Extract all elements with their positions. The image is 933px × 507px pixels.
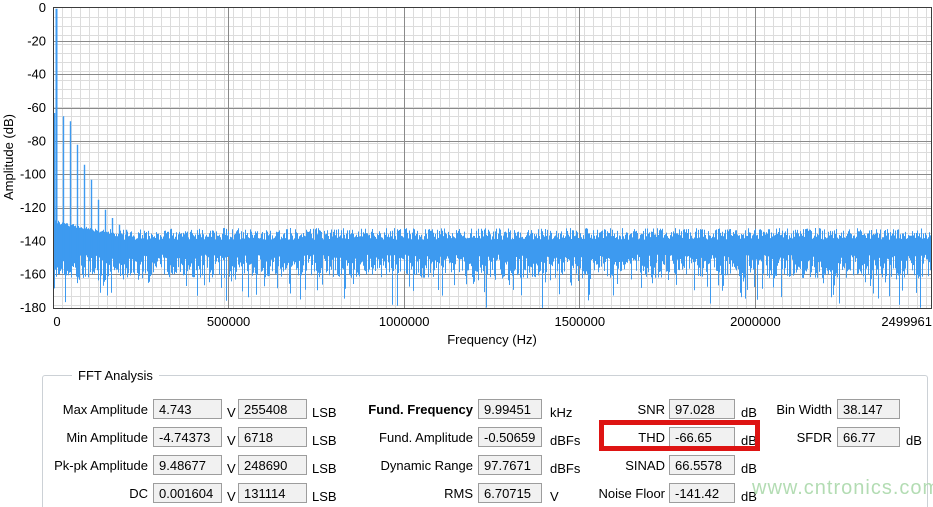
svg-text:-20: -20: [27, 33, 46, 48]
volts-unit-label: V: [227, 461, 237, 476]
max-amplitude-volts-field[interactable]: 4.743: [153, 399, 222, 419]
svg-text:2000000: 2000000: [730, 314, 781, 329]
noise-floor-field[interactable]: -141.42: [669, 483, 735, 503]
volts-unit-label: V: [227, 405, 237, 420]
field-label: SNR: [560, 402, 665, 417]
sfdr-row: SFDR 66.77 dB: [760, 423, 922, 451]
volts-unit-label: V: [227, 489, 237, 504]
svg-text:2499961: 2499961: [881, 314, 932, 329]
min-amplitude-lsb-field[interactable]: 6718: [238, 427, 307, 447]
pkpk-amplitude-lsb-field[interactable]: 248690: [238, 455, 307, 475]
field-label: Pk-pk Amplitude: [42, 458, 148, 473]
snr-row: SNR 97.028 dB: [560, 395, 757, 423]
spectrum-plot: 0 -20 -40 -60 -80 -100 -120 -140 -160 -180 0 500000…: [0, 0, 933, 360]
svg-text:Amplitude (dB): Amplitude (dB): [1, 114, 16, 200]
sfdr-field[interactable]: 66.77: [837, 427, 900, 447]
dc-lsb-field[interactable]: 131114: [238, 483, 307, 503]
field-label: Max Amplitude: [42, 402, 148, 417]
max-amplitude-row: Max Amplitude 4.743 V 255408 LSB: [42, 395, 337, 423]
fund-frequency-field[interactable]: 9.99451: [478, 399, 542, 419]
watermark-text: www.cntronics.com: [752, 477, 933, 500]
volts-unit-label: V: [550, 489, 559, 504]
snr-field[interactable]: 97.028: [669, 399, 735, 419]
db-unit-label: dB: [741, 405, 757, 420]
binwidth-column: Bin Width 38.147 SFDR 66.77 dB: [760, 395, 922, 451]
svg-text:-180: -180: [20, 300, 46, 315]
fund-amplitude-field[interactable]: -0.50659: [478, 427, 542, 447]
svg-text:1500000: 1500000: [554, 314, 605, 329]
svg-text:0: 0: [39, 0, 46, 15]
db-unit-label: dB: [906, 433, 922, 448]
rms-row: RMS 6.70715 V: [330, 479, 580, 507]
sinad-field[interactable]: 66.5578: [669, 455, 735, 475]
db-unit-label: dB: [741, 433, 757, 448]
dynamic-range-row: Dynamic Range 97.7671 dBFs: [330, 451, 580, 479]
svg-text:-60: -60: [27, 100, 46, 115]
snr-column: SNR 97.028 dB THD -66.65 dB SINAD 66.557…: [560, 395, 757, 507]
fft-analyzer-window: 0 -20 -40 -60 -80 -100 -120 -140 -160 -180 0 500000…: [0, 0, 933, 507]
dc-row: DC 0.001604 V 131114 LSB: [42, 479, 337, 507]
svg-text:-160: -160: [20, 267, 46, 282]
groupbox-title: FFT Analysis: [72, 368, 159, 383]
field-label: Fund. Frequency: [330, 402, 473, 417]
svg-text:-140: -140: [20, 233, 46, 248]
svg-text:-120: -120: [20, 200, 46, 215]
pkpk-amplitude-volts-field[interactable]: 9.48677: [153, 455, 222, 475]
field-label: Dynamic Range: [330, 458, 473, 473]
field-label: Fund. Amplitude: [330, 430, 473, 445]
thd-row: THD -66.65 dB: [560, 423, 757, 451]
field-label: Bin Width: [760, 402, 832, 417]
svg-text:0: 0: [53, 314, 60, 329]
fund-frequency-row: Fund. Frequency 9.99451 kHz: [330, 395, 580, 423]
dc-volts-field[interactable]: 0.001604: [153, 483, 222, 503]
noise-floor-row: Noise Floor -141.42 dB: [560, 479, 757, 507]
db-unit-label: dB: [741, 461, 757, 476]
dynamic-range-field[interactable]: 97.7671: [478, 455, 542, 475]
field-label: Noise Floor: [560, 486, 665, 501]
field-label: RMS: [330, 486, 473, 501]
bin-width-field[interactable]: 38.147: [837, 399, 900, 419]
svg-text:500000: 500000: [207, 314, 250, 329]
thd-field[interactable]: -66.65: [669, 427, 735, 447]
amplitude-column: Max Amplitude 4.743 V 255408 LSB Min Amp…: [42, 395, 337, 507]
rms-field[interactable]: 6.70715: [478, 483, 542, 503]
svg-text:-40: -40: [27, 67, 46, 82]
max-amplitude-lsb-field[interactable]: 255408: [238, 399, 307, 419]
sinad-row: SINAD 66.5578 dB: [560, 451, 757, 479]
svg-text:Frequency (Hz): Frequency (Hz): [447, 332, 537, 347]
min-amplitude-row: Min Amplitude -4.74373 V 6718 LSB: [42, 423, 337, 451]
axis-labels: 0 -20 -40 -60 -80 -100 -120 -140 -160 -180 0 500000…: [1, 0, 932, 347]
volts-unit-label: V: [227, 433, 237, 448]
field-label: SFDR: [760, 430, 832, 445]
svg-text:1000000: 1000000: [379, 314, 430, 329]
bin-width-row: Bin Width 38.147: [760, 395, 922, 423]
fund-amplitude-row: Fund. Amplitude -0.50659 dBFs: [330, 423, 580, 451]
field-label: THD: [560, 430, 665, 445]
svg-text:-80: -80: [27, 133, 46, 148]
pkpk-amplitude-row: Pk-pk Amplitude 9.48677 V 248690 LSB: [42, 451, 337, 479]
field-label: DC: [42, 486, 148, 501]
field-label: Min Amplitude: [42, 430, 148, 445]
min-amplitude-volts-field[interactable]: -4.74373: [153, 427, 222, 447]
fundamental-column: Fund. Frequency 9.99451 kHz Fund. Amplit…: [330, 395, 580, 507]
field-label: SINAD: [560, 458, 665, 473]
svg-text:-100: -100: [20, 167, 46, 182]
